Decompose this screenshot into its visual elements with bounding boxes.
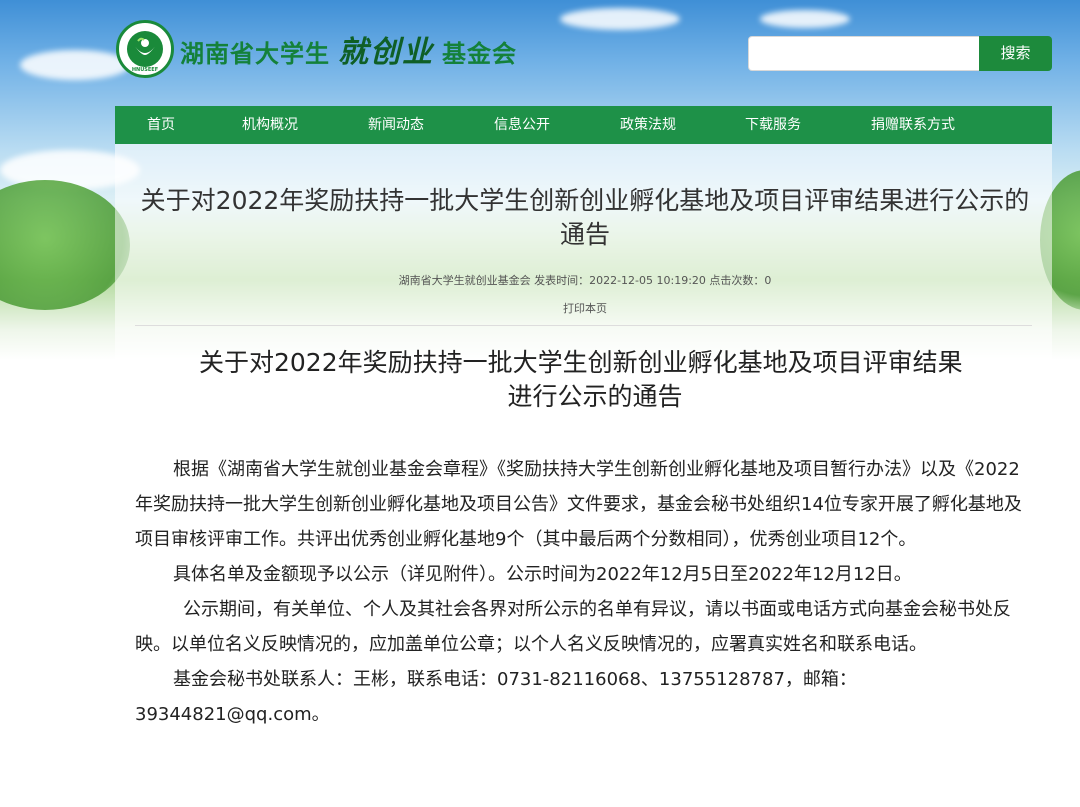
article-title: 关于对2022年奖励扶持一批大学生创新创业孵化基地及项目评审结果进行公示的通告 [140,186,1030,249]
article-inner-title: 关于对2022年奖励扶持一批大学生创新创业孵化基地及项目评审结果 进行公示的通告 [135,346,1035,414]
nav-item-disclosure[interactable]: 信息公开 [494,106,550,144]
site-logo[interactable]: HNUSEEF [116,20,174,78]
site-title: 湖南省大学生 就创业 基金会 [180,27,517,71]
logo-emblem-icon [127,31,163,67]
logo-text: HNUSEEF [131,67,159,73]
article-paragraph: 根据《湖南省大学生就创业基金会章程》《奖励扶持大学生创新创业孵化基地及项目暂行办… [135,459,1022,550]
site-title-script: 就创业 [338,35,434,70]
nav-item-news[interactable]: 新闻动态 [368,106,424,144]
nav-item-donation-contact[interactable]: 捐赠联系方式 [871,106,955,144]
divider [135,325,1032,326]
main-nav: 首页 机构概况 新闻动态 信息公开 政策法规 下载服务 捐赠联系方式 [115,106,1052,144]
site-header: HNUSEEF 湖南省大学生 就创业 基金会 搜索 [0,0,1080,105]
article-meta: 湖南省大学生就创业基金会 发表时间：2022-12-05 10:19:20 点击… [398,274,772,287]
article-paragraph: 基金会秘书处联系人：王彬，联系电话：0731-82116068、13755128… [135,669,857,725]
background-trees [0,180,130,310]
article-body: 根据《湖南省大学生就创业基金会章程》《奖励扶持大学生创新创业孵化基地及项目暂行办… [135,452,1035,732]
article-paragraph: 具体名单及金额现予以公示（详见附件）。公示时间为2022年12月5日至2022年… [173,564,912,585]
site-title-part1: 湖南省大学生 [180,40,330,68]
article-paragraph: 公示期间，有关单位、个人及其社会各界对所公示的名单有异议，请以书面或电话方式向基… [135,599,1011,655]
inner-title-line2: 进行公示的通告 [507,382,683,411]
nav-item-about[interactable]: 机构概况 [242,106,298,144]
print-page-link[interactable]: 打印本页 [135,300,1035,316]
search-input[interactable] [748,36,980,71]
site-title-part2: 基金会 [442,40,517,68]
nav-item-policy[interactable]: 政策法规 [620,106,676,144]
search-button[interactable]: 搜索 [979,36,1052,71]
nav-item-home[interactable]: 首页 [147,106,175,144]
nav-item-downloads[interactable]: 下载服务 [745,106,801,144]
inner-title-line1: 关于对2022年奖励扶持一批大学生创新创业孵化基地及项目评审结果 [199,348,963,377]
